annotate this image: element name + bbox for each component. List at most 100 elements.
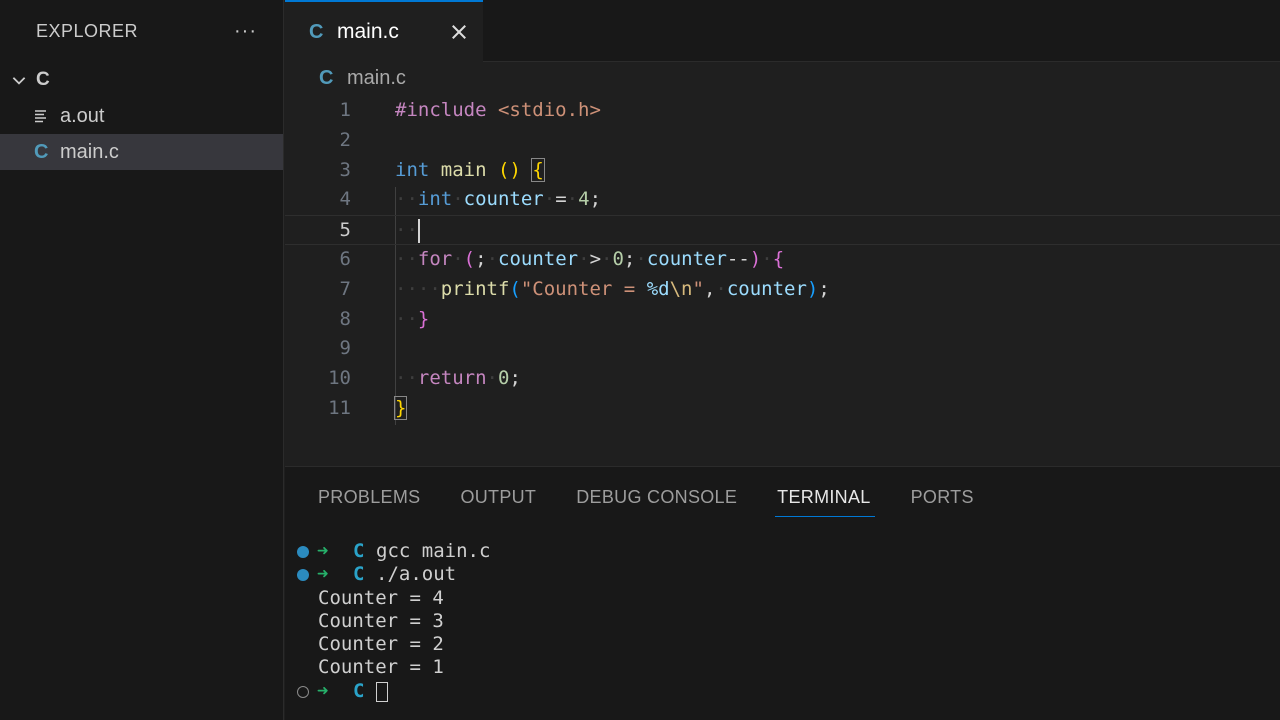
code-text: #include <stdio.h> xyxy=(395,96,601,126)
code-text: ·· xyxy=(395,216,420,246)
code-line[interactable]: 10 ··return·0; xyxy=(285,364,1280,394)
line-number: 8 xyxy=(339,307,351,330)
code-token: ( xyxy=(463,247,476,270)
terminal-output: Counter = 2 xyxy=(318,633,444,656)
code-token: ) xyxy=(806,277,819,300)
whitespace-marker: · xyxy=(635,247,647,270)
terminal-prompt-line: ➜ C ./a.out xyxy=(285,563,1280,586)
terminal-output: Counter = 3 xyxy=(318,609,444,632)
line-number: 7 xyxy=(339,277,351,300)
command-pending-dot-icon[interactable] xyxy=(297,685,309,698)
code-token: , xyxy=(703,277,716,300)
line-number: 3 xyxy=(339,158,351,181)
code-token: ; xyxy=(623,247,636,270)
tab-problems[interactable]: PROBLEMS xyxy=(318,467,420,527)
line-number: 11 xyxy=(328,396,351,419)
code-line[interactable]: 7 ····printf("Counter = %d\n",·counter); xyxy=(285,275,1280,305)
close-icon[interactable] xyxy=(449,22,469,42)
line-number: 9 xyxy=(339,337,351,360)
file-label: a.out xyxy=(60,104,105,127)
breadcrumb[interactable]: C main.c xyxy=(285,62,1280,94)
code-token: #include xyxy=(395,99,487,121)
code-token: { xyxy=(531,157,545,182)
terminal-output-line: Counter = 1 xyxy=(285,656,1280,679)
code-token: main xyxy=(440,158,487,181)
code-token: counter xyxy=(498,247,579,270)
code-line[interactable]: 3 int main () { xyxy=(285,156,1280,186)
folder-c[interactable]: C xyxy=(0,62,283,98)
code-token: () xyxy=(498,158,521,181)
code-token: " xyxy=(692,277,704,300)
code-editor[interactable]: 1 #include <stdio.h> 2 3 int main () {4 ··int… xyxy=(285,96,1280,424)
whitespace-marker: · xyxy=(578,247,590,270)
tab-terminal[interactable]: TERMINAL xyxy=(775,467,876,527)
terminal[interactable]: ➜ Cgcc main.c ➜ C ./a.out Counter = 4 Counter … xyxy=(285,540,1280,703)
terminal-prompt-line: ➜ C xyxy=(285,680,1280,703)
whitespace-marker: ·· xyxy=(395,307,418,330)
folder-label: C xyxy=(36,69,50,90)
code-line[interactable]: 6 ··for·(;·counter·>·0;·counter--)·{ xyxy=(285,245,1280,275)
tab-ports[interactable]: PORTS xyxy=(911,467,974,527)
tab-debug-console[interactable]: DEBUG CONSOLE xyxy=(576,467,737,527)
code-token: ; xyxy=(589,188,602,211)
line-number: 10 xyxy=(328,367,351,390)
code-token: \n xyxy=(669,277,693,300)
whitespace-marker: · xyxy=(601,247,613,270)
code-text: ····printf("Counter = %d\n",·counter); xyxy=(395,275,830,305)
code-text: ··int·counter·=·4; xyxy=(395,185,601,215)
code-token: ( xyxy=(509,277,521,300)
code-token: 0 xyxy=(497,367,510,390)
command-status-dot-icon[interactable] xyxy=(297,569,309,582)
code-line[interactable]: 11} xyxy=(285,394,1280,424)
code-token: ; xyxy=(475,247,487,270)
explorer-sidebar: EXPLORER ··· C a.out C main.c xyxy=(0,0,284,720)
tab-main-c[interactable]: C main.c xyxy=(285,0,483,62)
line-number: 5 xyxy=(339,219,351,242)
code-token: counter xyxy=(726,277,807,300)
editor-tabbar: C main.c xyxy=(285,0,1280,62)
code-token: return xyxy=(417,367,487,390)
tab-output[interactable]: OUTPUT xyxy=(460,467,536,527)
terminal-command: gcc main.c xyxy=(376,540,491,562)
code-line[interactable]: 9 xyxy=(285,334,1280,364)
c-file-icon: C xyxy=(309,20,324,43)
code-line[interactable]: 2 xyxy=(285,126,1280,156)
terminal-output-line: Counter = 3 xyxy=(285,610,1280,633)
prompt-directory: C xyxy=(353,563,365,586)
whitespace-marker: · xyxy=(486,367,498,390)
whitespace-marker: · xyxy=(566,188,579,211)
code-line[interactable]: 4 ··int·counter·=·4; xyxy=(285,185,1280,215)
code-token: { xyxy=(772,247,785,270)
terminal-output: Counter = 1 xyxy=(318,656,444,679)
code-token: ; xyxy=(509,367,521,390)
terminal-prompt-line: ➜ Cgcc main.c xyxy=(285,540,1280,563)
file-item-main-c[interactable]: C main.c xyxy=(0,134,283,170)
code-text: ··} xyxy=(395,305,429,335)
code-token: } xyxy=(393,395,408,420)
code-line[interactable]: 1 #include <stdio.h> xyxy=(285,96,1280,126)
code-line[interactable]: 8 ··} xyxy=(285,305,1280,335)
prompt-arrow-icon: ➜ xyxy=(317,679,329,702)
whitespace-marker: · xyxy=(452,188,464,211)
breadcrumb-file: main.c xyxy=(347,66,406,89)
terminal-cursor[interactable] xyxy=(376,681,388,702)
file-item-a-out[interactable]: a.out xyxy=(0,98,283,134)
code-text: ··return·0; xyxy=(395,364,521,394)
code-line[interactable]: 5 ·· xyxy=(285,215,1280,245)
panel-tabbar: PROBLEMS OUTPUT DEBUG CONSOLE TERMINAL PORTS xyxy=(285,467,1280,527)
whitespace-marker: · xyxy=(452,247,464,270)
explorer-title: EXPLORER xyxy=(36,20,139,41)
whitespace-marker: ·· xyxy=(395,247,418,270)
terminal-output: Counter = 4 xyxy=(318,586,444,609)
command-status-dot-icon[interactable] xyxy=(297,546,309,558)
c-file-icon: C xyxy=(34,140,49,163)
tab-label: main.c xyxy=(337,20,399,43)
prompt-directory: C xyxy=(353,679,365,702)
code-token: } xyxy=(417,307,430,330)
code-token: 4 xyxy=(578,188,590,211)
code-token: > xyxy=(589,247,602,270)
terminal-output-line: Counter = 2 xyxy=(285,633,1280,656)
more-actions-icon[interactable]: ··· xyxy=(234,20,257,43)
whitespace-marker: ·· xyxy=(395,188,418,211)
